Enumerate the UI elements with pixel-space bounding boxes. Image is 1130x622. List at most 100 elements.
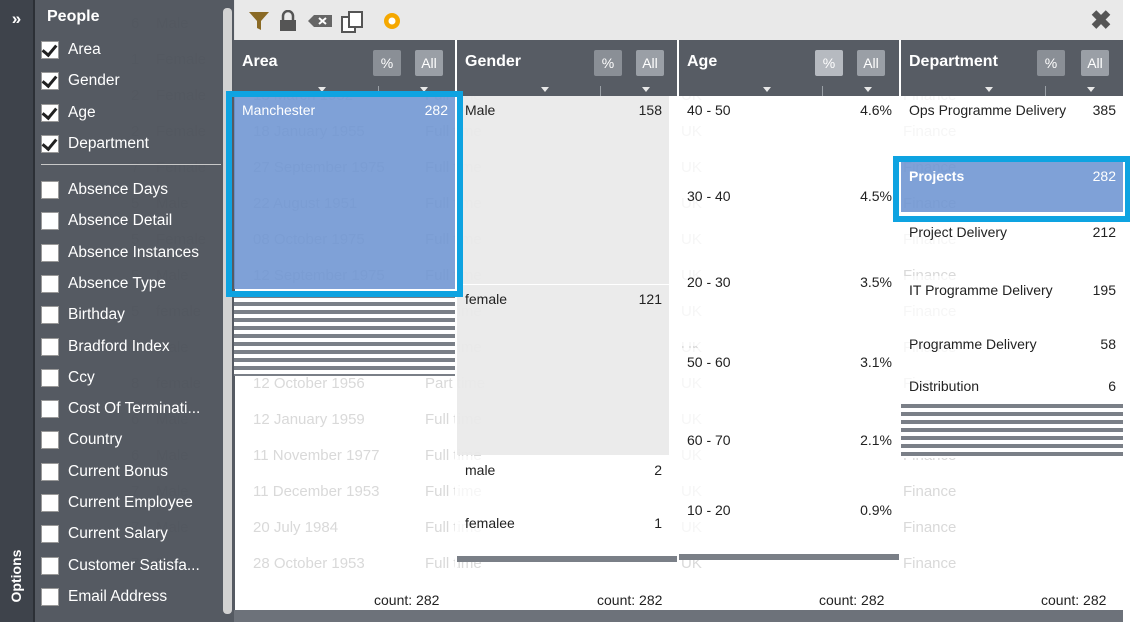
field-item-email-address[interactable]: Email Address — [41, 585, 167, 609]
checkbox[interactable] — [41, 462, 59, 481]
bar-label: female — [465, 291, 508, 307]
count-label: count: 282 — [1041, 592, 1107, 608]
field-item-absence-days[interactable]: Absence Days — [41, 178, 168, 202]
all-button[interactable]: All — [636, 50, 664, 76]
field-label: Gender — [68, 72, 120, 90]
area-bar-manchester[interactable]: Manchester 282 — [234, 96, 455, 289]
bar-value: 158 — [638, 102, 662, 118]
bar-label: Projects — [909, 168, 965, 184]
field-item-current-salary[interactable]: Current Salary — [41, 522, 168, 546]
options-tab[interactable]: Options — [6, 546, 26, 606]
overflow-stripes — [234, 294, 455, 376]
checkbox[interactable] — [41, 274, 59, 293]
sort-arrow-icon[interactable] — [318, 87, 326, 92]
field-item-gender[interactable]: Gender — [41, 69, 120, 93]
dept-bar-project-delivery[interactable]: Project Delivery 212 — [901, 218, 1123, 268]
sort-arrow-icon[interactable] — [985, 87, 993, 92]
column-header: Age % All — [679, 40, 899, 96]
expand-button[interactable]: » — [0, 6, 33, 32]
gender-bar-female[interactable]: female 121 — [457, 285, 669, 455]
percent-button[interactable]: % — [594, 50, 622, 76]
percent-button[interactable]: % — [1037, 50, 1065, 76]
sort-arrow-icon[interactable] — [541, 87, 549, 92]
age-bar-20-30[interactable]: 20 - 30 3.5% — [679, 268, 899, 346]
field-label: Country — [68, 431, 123, 449]
options-scrollbar[interactable] — [223, 8, 232, 614]
age-bar-30-40[interactable]: 30 - 40 4.5% — [679, 182, 899, 266]
field-item-area[interactable]: Area — [41, 38, 101, 62]
bottom-scrollbar[interactable] — [234, 610, 1123, 622]
field-item-country[interactable]: Country — [41, 428, 122, 452]
percent-button[interactable]: % — [815, 50, 843, 76]
percent-button[interactable]: % — [373, 50, 401, 76]
checkbox[interactable] — [41, 556, 59, 575]
age-bar-10-20[interactable]: 10 - 20 0.9% — [679, 496, 899, 552]
field-item-birthday[interactable]: Birthday — [41, 303, 125, 327]
sort-arrow-icon[interactable] — [763, 87, 771, 92]
checkbox[interactable] — [41, 337, 59, 356]
field-item-ccy[interactable]: Ccy — [41, 366, 95, 390]
age-bar-40-50[interactable]: 40 - 50 4.6% — [679, 96, 899, 180]
checkbox[interactable] — [41, 431, 59, 450]
dept-bar-projects[interactable]: Projects 282 — [901, 162, 1123, 212]
clear-filter-icon[interactable] — [307, 10, 333, 32]
age-bar-60-70[interactable]: 60 - 70 2.1% — [679, 426, 899, 496]
bar-value: 195 — [1092, 282, 1116, 298]
gender-bar-male[interactable]: Male 158 — [457, 96, 669, 284]
all-button[interactable]: All — [415, 50, 443, 76]
record-icon[interactable] — [381, 10, 403, 32]
overflow-stripes — [457, 556, 677, 562]
checkbox[interactable] — [41, 72, 59, 91]
all-button[interactable]: All — [857, 50, 885, 76]
sort-divider — [378, 86, 379, 96]
field-item-current-employee[interactable]: Current Employee — [41, 491, 193, 515]
checkbox[interactable] — [41, 134, 59, 153]
field-item-customer-satisfa-[interactable]: Customer Satisfa... — [41, 554, 200, 578]
bar-value: 282 — [424, 102, 448, 118]
field-label: Age — [68, 103, 96, 121]
close-button[interactable]: ✖ — [1089, 7, 1113, 33]
dept-bar-distribution[interactable]: Distribution 6 — [901, 372, 1123, 402]
field-item-absence-detail[interactable]: Absence Detail — [41, 209, 172, 233]
bar-label: male — [465, 462, 496, 478]
all-button[interactable]: All — [1081, 50, 1109, 76]
checkbox[interactable] — [41, 525, 59, 544]
field-item-absence-instances[interactable]: Absence Instances — [41, 241, 199, 265]
bar-label: 50 - 60 — [687, 354, 731, 370]
checkbox[interactable] — [41, 103, 59, 122]
sort-arrow-icon[interactable] — [642, 87, 650, 92]
sort-arrow-icon[interactable] — [1087, 87, 1095, 92]
options-panel: People Area Gender Age Department Absence Da… — [33, 0, 235, 622]
bar-label: 20 - 30 — [687, 274, 731, 290]
dept-bar-it-programme-delivery[interactable]: IT Programme Delivery 195 — [901, 276, 1123, 326]
checkbox[interactable] — [41, 494, 59, 512]
checkbox[interactable] — [41, 368, 59, 387]
lock-icon[interactable] — [277, 9, 299, 32]
field-item-cost-of-terminati-[interactable]: Cost Of Terminati... — [41, 397, 200, 421]
copy-icon[interactable] — [340, 10, 366, 33]
sort-arrow-icon[interactable] — [864, 87, 872, 92]
checkbox[interactable] — [41, 181, 59, 199]
checkbox[interactable] — [41, 587, 59, 606]
checkbox[interactable] — [41, 400, 59, 419]
checkbox[interactable] — [41, 243, 59, 262]
field-item-current-bonus[interactable]: Current Bonus — [41, 460, 168, 484]
dept-bar-ops-programme-delivery[interactable]: Ops Programme Delivery 385 — [901, 96, 1123, 154]
filter-icon[interactable] — [248, 10, 270, 32]
checkbox[interactable] — [41, 41, 59, 59]
gender-bar-femalee[interactable]: femalee 1 — [457, 509, 669, 555]
bar-value: 2.1% — [860, 432, 892, 448]
sort-arrow-icon[interactable] — [420, 87, 428, 92]
column-header: Area % All — [234, 40, 455, 96]
gender-bar-male-lower[interactable]: male 2 — [457, 456, 669, 508]
field-item-absence-type[interactable]: Absence Type — [41, 272, 166, 296]
field-item-age[interactable]: Age — [41, 101, 96, 125]
checkbox[interactable] — [41, 212, 59, 231]
bar-value: 385 — [1092, 102, 1116, 118]
age-bar-50-60[interactable]: 50 - 60 3.1% — [679, 348, 899, 426]
field-item-bradford-index[interactable]: Bradford Index — [41, 335, 170, 359]
bar-value: 121 — [638, 291, 662, 307]
dept-bar-programme-delivery[interactable]: Programme Delivery 58 — [901, 330, 1123, 370]
field-item-department[interactable]: Department — [41, 132, 149, 156]
checkbox[interactable] — [41, 306, 59, 325]
